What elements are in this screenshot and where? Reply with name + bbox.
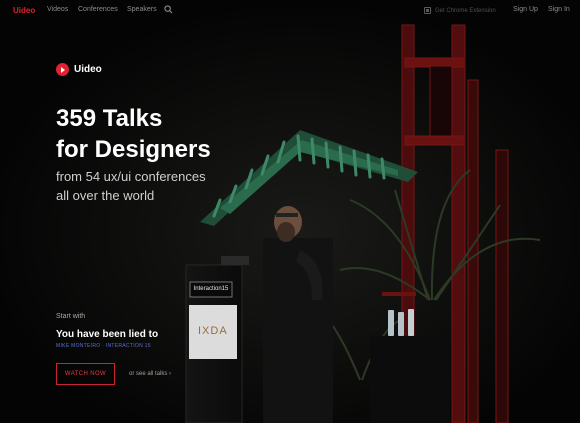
hero-subtitle: from 54 ux/ui conferences all over the w… (56, 167, 206, 205)
logo[interactable]: Uideo (56, 63, 102, 76)
speaker (263, 206, 333, 423)
play-logo-icon (56, 63, 69, 76)
chrome-extension-link[interactable]: Get Chrome Extension (424, 5, 506, 16)
featured-talk-meta[interactable]: MIKE MONTEIRO · INTERACTION 15 (56, 343, 151, 349)
signin-link[interactable]: Sign In (548, 6, 570, 13)
hero-subtitle-line2: all over the world (56, 188, 155, 203)
hero-title-line2: for Designers (56, 136, 211, 163)
hero-subtitle-line1: from 54 ux/ui conferences (56, 169, 206, 184)
chrome-icon (424, 7, 431, 14)
nav-speakers[interactable]: Speakers (127, 6, 157, 13)
featured-talk-title[interactable]: You have been lied to (56, 329, 158, 340)
signup-link[interactable]: Sign Up (513, 6, 538, 13)
podium-sign: Interaction15 (193, 286, 229, 292)
hero-title: 359 Talks for Designers (56, 103, 211, 165)
see-all-talks-link[interactable]: or see all talks › (129, 371, 171, 377)
nav-conferences[interactable]: Conferences (78, 6, 118, 13)
start-label: Start with (56, 313, 86, 320)
podium (185, 256, 249, 423)
nav-videos[interactable]: Videos (47, 6, 68, 13)
top-nav: Uideo Videos Conferences Speakers Get Ch… (0, 0, 580, 22)
chrome-extension-label: Get Chrome Extension (435, 7, 496, 14)
watch-now-button[interactable]: WATCH NOW (56, 363, 115, 385)
search-icon[interactable] (164, 5, 173, 14)
podium-badge: IXDA (198, 325, 228, 337)
hero-title-line1: 359 Talks (56, 105, 163, 132)
brand-link[interactable]: Uideo (13, 6, 35, 15)
logo-text: Uideo (74, 64, 102, 75)
